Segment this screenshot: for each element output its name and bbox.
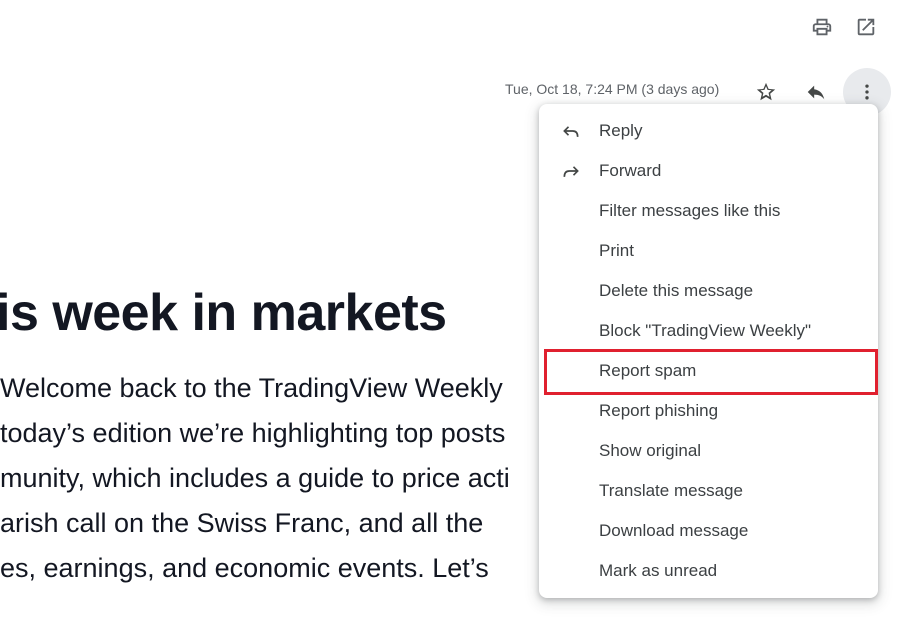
menu-item-report-spam[interactable]: Report spam (539, 351, 878, 391)
open-in-new-window-icon[interactable] (851, 12, 881, 42)
email-body-line: Welcome back to the TradingView Weekly (0, 373, 503, 403)
message-options-menu: Reply Forward Filter messages like this … (539, 104, 878, 598)
menu-item-label: Block "TradingView Weekly" (599, 321, 812, 340)
menu-item-reply[interactable]: Reply (539, 111, 878, 151)
menu-item-forward[interactable]: Forward (539, 151, 878, 191)
menu-item-label: Report spam (599, 361, 697, 380)
email-body-line: arish call on the Swiss Franc, and all t… (0, 508, 484, 538)
menu-item-download-message[interactable]: Download message (539, 511, 878, 551)
message-date: Tue, Oct 18, 7:24 PM (3 days ago) (505, 81, 720, 97)
email-body-line: munity, which includes a guide to price … (0, 463, 510, 493)
email-body-line: es, earnings, and economic events. Let’s (0, 553, 489, 583)
menu-item-block-sender[interactable]: Block "TradingView Weekly" (539, 311, 878, 351)
gmail-message-view: Tue, Oct 18, 7:24 PM (3 days ago) is wee… (0, 0, 899, 636)
menu-item-filter-messages[interactable]: Filter messages like this (539, 191, 878, 231)
menu-item-report-phishing[interactable]: Report phishing (539, 391, 878, 431)
reply-icon (559, 119, 583, 143)
print-icon[interactable] (807, 12, 837, 42)
menu-item-label: Report phishing (599, 401, 719, 420)
menu-item-show-original[interactable]: Show original (539, 431, 878, 471)
menu-item-label: Reply (599, 121, 643, 140)
menu-item-label: Translate message (599, 481, 743, 500)
menu-item-label: Show original (599, 441, 702, 460)
menu-item-translate-message[interactable]: Translate message (539, 471, 878, 511)
email-heading: is week in markets (0, 284, 447, 342)
menu-item-label: Mark as unread (599, 561, 718, 580)
menu-item-delete-message[interactable]: Delete this message (539, 271, 878, 311)
menu-item-print[interactable]: Print (539, 231, 878, 271)
menu-item-label: Print (599, 241, 634, 260)
menu-item-label: Download message (599, 521, 749, 540)
menu-item-label: Filter messages like this (599, 201, 781, 220)
forward-icon (559, 159, 583, 183)
menu-item-label: Delete this message (599, 281, 754, 300)
email-body-line: today’s edition we’re highlighting top p… (0, 418, 506, 448)
more-vertical-icon (857, 82, 877, 102)
menu-item-mark-as-unread[interactable]: Mark as unread (539, 551, 878, 591)
menu-item-label: Forward (599, 161, 662, 180)
